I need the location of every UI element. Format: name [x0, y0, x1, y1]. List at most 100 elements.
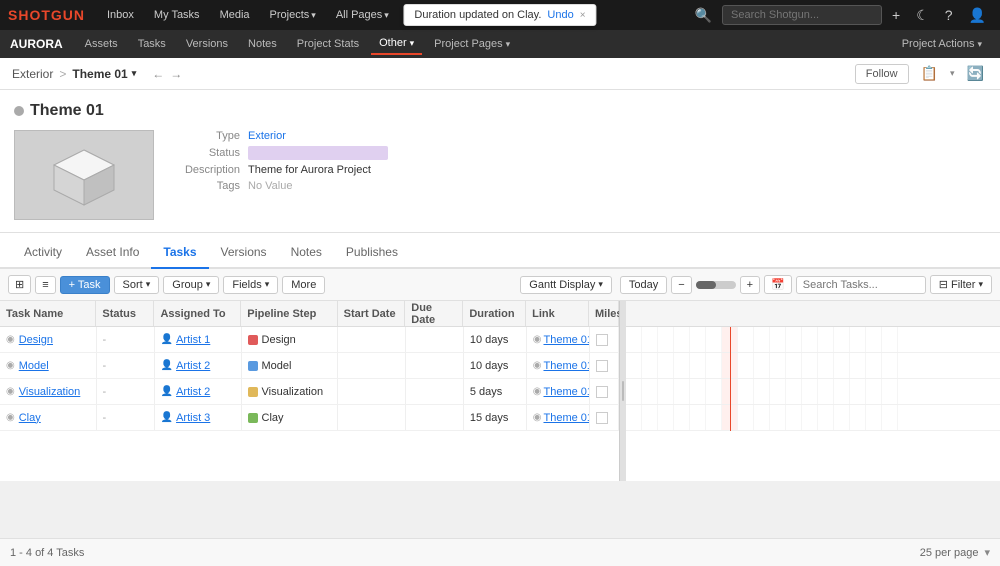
gantt-cell	[626, 379, 642, 404]
entity-link[interactable]: Theme 01	[543, 360, 589, 372]
gantt-cell	[738, 353, 754, 378]
fields-button[interactable]: Fields ▾	[223, 276, 278, 294]
close-notification-button[interactable]: ×	[580, 10, 586, 21]
zoom-out-button[interactable]: −	[671, 276, 691, 294]
entity-link[interactable]: Theme 01 -	[543, 412, 589, 424]
tab-asset-info[interactable]: Asset Info	[74, 237, 151, 269]
tab-activity[interactable]: Activity	[12, 237, 74, 269]
artist-link[interactable]: Artist 3	[176, 412, 210, 424]
gantt-row	[626, 327, 1000, 353]
gantt-cell	[658, 405, 674, 430]
task-link-cell: ◉ Theme 01	[527, 327, 590, 352]
proj-nav-versions[interactable]: Versions	[178, 34, 236, 54]
status-bar[interactable]	[248, 146, 388, 160]
proj-nav-other[interactable]: Other ▾	[371, 33, 422, 55]
nav-media[interactable]: Media	[212, 5, 258, 25]
proj-nav-notes[interactable]: Notes	[240, 34, 285, 54]
night-mode-icon[interactable]: ☾	[910, 7, 935, 24]
task-pipeline-cell: Visualization	[242, 379, 339, 404]
gantt-cell	[642, 353, 658, 378]
gantt-row	[626, 405, 1000, 431]
gantt-display-button[interactable]: Gantt Display ▾	[520, 276, 612, 294]
nav-inbox[interactable]: Inbox	[99, 5, 142, 25]
gantt-cell	[738, 405, 754, 430]
task-start-cell	[338, 405, 406, 430]
search-icon[interactable]: 🔍	[689, 7, 718, 24]
gantt-cell	[754, 405, 770, 430]
tab-versions[interactable]: Versions	[209, 237, 279, 269]
task-milestone-cell	[590, 405, 619, 430]
table-row: ◉ Clay - 👤 Artist 3 Clay 15 days ◉ Theme…	[0, 405, 619, 431]
gantt-cell	[786, 353, 802, 378]
global-search-input[interactable]	[722, 5, 882, 25]
task-name-link[interactable]: Visualization	[19, 386, 81, 398]
filter-icon: ⊟	[939, 278, 948, 291]
entity-link[interactable]: Theme 01	[543, 334, 589, 346]
artist-link[interactable]: Artist 2	[176, 360, 210, 372]
task-name-link[interactable]: Clay	[19, 412, 41, 424]
grid-view-button[interactable]: ⊞	[8, 275, 31, 294]
list-view-button[interactable]: ≡	[35, 276, 55, 294]
th-assigned: Assigned To	[154, 301, 241, 326]
sort-button[interactable]: Sort ▾	[114, 276, 160, 294]
chevron-down-icon[interactable]: ▾	[132, 68, 137, 79]
task-status-icon: ◉	[6, 412, 15, 423]
chevron-down-icon: ▾	[598, 279, 603, 290]
more-button[interactable]: More	[282, 276, 325, 294]
proj-nav-assets[interactable]: Assets	[77, 34, 126, 54]
task-due-cell	[406, 405, 464, 430]
proj-nav-tasks[interactable]: Tasks	[130, 34, 174, 54]
chevron-down-icon[interactable]: ▾	[984, 546, 990, 559]
chevron-down-icon[interactable]: ▾	[950, 68, 955, 79]
add-icon[interactable]: +	[886, 7, 906, 23]
tab-tasks[interactable]: Tasks	[151, 237, 208, 269]
task-name-link[interactable]: Model	[19, 360, 49, 372]
milestone-checkbox[interactable]	[596, 386, 608, 398]
task-name-link[interactable]: Design	[19, 334, 53, 346]
artist-link[interactable]: Artist 1	[176, 334, 210, 346]
undo-button[interactable]: Undo	[547, 9, 573, 21]
user-avatar[interactable]: 👤	[963, 7, 992, 24]
gantt-cell	[866, 353, 882, 378]
refresh-icon[interactable]: 🔄	[963, 63, 988, 84]
copy-link-icon[interactable]: 📋	[917, 63, 942, 84]
tab-notes[interactable]: Notes	[279, 237, 334, 269]
help-icon[interactable]: ?	[939, 7, 959, 23]
notification-bar: Duration updated on Clay. Undo ×	[403, 4, 596, 26]
today-button[interactable]: Today	[620, 276, 667, 294]
chevron-down-icon: ▾	[146, 279, 151, 290]
zoom-in-button[interactable]: +	[740, 276, 760, 294]
gantt-today-line	[730, 327, 731, 431]
th-duration: Duration	[463, 301, 526, 326]
calendar-icon[interactable]: 📅	[764, 275, 792, 294]
nav-prev-button[interactable]: ←	[152, 67, 164, 81]
tab-publishes[interactable]: Publishes	[334, 237, 410, 269]
gantt-cell	[834, 353, 850, 378]
entity-link[interactable]: Theme 01 -	[543, 386, 589, 398]
add-task-button[interactable]: + Task	[60, 276, 110, 294]
milestone-checkbox[interactable]	[596, 334, 608, 346]
gantt-cell	[658, 353, 674, 378]
gantt-rows	[626, 327, 1000, 431]
proj-nav-project-stats[interactable]: Project Stats	[289, 34, 367, 54]
project-actions-button[interactable]: Project Actions ▾	[894, 34, 990, 54]
artist-link[interactable]: Artist 2	[176, 386, 210, 398]
filter-button[interactable]: ⊟ Filter ▾	[930, 275, 992, 294]
milestone-checkbox[interactable]	[596, 412, 608, 424]
follow-button[interactable]: Follow	[855, 64, 909, 84]
group-button[interactable]: Group ▾	[163, 276, 219, 294]
task-due-cell	[406, 353, 464, 378]
nav-projects[interactable]: Projects ▾	[262, 5, 324, 25]
proj-nav-project-pages[interactable]: Project Pages ▾	[426, 34, 518, 54]
gantt-cell	[850, 353, 866, 378]
project-navigation: AURORA Assets Tasks Versions Notes Proje…	[0, 30, 1000, 58]
milestone-checkbox[interactable]	[596, 360, 608, 372]
search-tasks-input[interactable]	[796, 276, 926, 294]
gantt-cell	[786, 379, 802, 404]
breadcrumb-parent[interactable]: Exterior	[12, 67, 53, 81]
nav-next-button[interactable]: →	[170, 67, 182, 81]
nav-my-tasks[interactable]: My Tasks	[146, 5, 208, 25]
task-name-cell: ◉ Visualization	[0, 379, 97, 404]
nav-all-pages[interactable]: All Pages ▾	[328, 5, 397, 25]
notification-message: Duration updated on Clay.	[414, 9, 541, 21]
